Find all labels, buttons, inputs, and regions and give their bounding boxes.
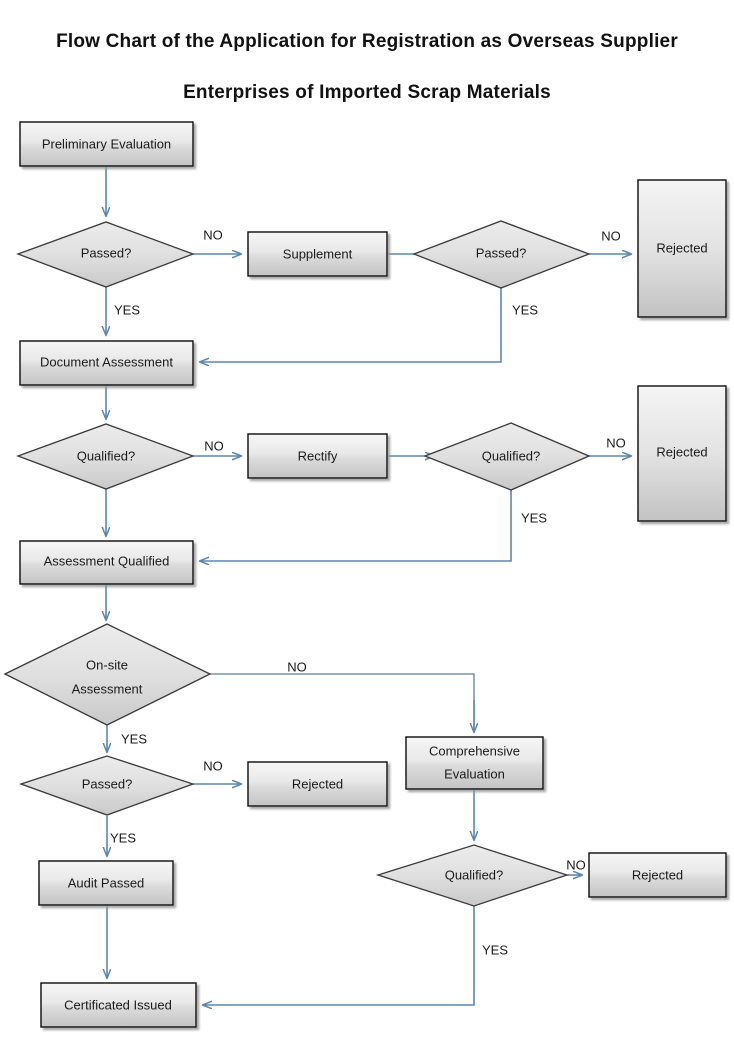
node-rejected-4[interactable]: Rejected bbox=[588, 852, 727, 898]
node-label-comprehensive-evaluation-line2: Evaluation bbox=[444, 766, 505, 781]
node-label-rejected-1: Rejected bbox=[656, 240, 707, 255]
edge-label-yes-5: YES bbox=[110, 830, 136, 845]
node-label-audit-passed: Audit Passed bbox=[68, 875, 145, 890]
node-label-supplement: Supplement bbox=[283, 246, 353, 261]
node-label-document-assessment: Document Assessment bbox=[40, 354, 173, 369]
node-preliminary-evaluation[interactable]: Preliminary Evaluation bbox=[19, 121, 194, 167]
chart-title-line-2: Enterprises of Imported Scrap Materials bbox=[183, 82, 551, 103]
node-rejected-1[interactable]: Rejected bbox=[637, 179, 727, 318]
edge-label-no-6: NO bbox=[203, 758, 223, 773]
node-label-passed-2: Passed? bbox=[476, 245, 527, 260]
edge-label-no-3: NO bbox=[204, 438, 224, 453]
edge-label-yes-1: YES bbox=[114, 302, 140, 317]
node-rejected-2[interactable]: Rejected bbox=[637, 385, 727, 522]
node-rejected-3[interactable]: Rejected bbox=[247, 761, 388, 807]
edge-label-no-5: NO bbox=[287, 659, 307, 674]
node-assessment-qualified[interactable]: Assessment Qualified bbox=[19, 540, 194, 585]
node-rectify[interactable]: Rectify bbox=[247, 433, 388, 479]
node-comprehensive-evaluation[interactable]: Comprehensive Evaluation bbox=[405, 736, 544, 790]
node-label-preliminary-evaluation: Preliminary Evaluation bbox=[42, 136, 171, 151]
node-audit-passed[interactable]: Audit Passed bbox=[38, 860, 174, 906]
node-label-rectify: Rectify bbox=[298, 448, 338, 463]
edge-label-yes-6: YES bbox=[482, 942, 508, 957]
node-label-rejected-4: Rejected bbox=[632, 867, 683, 882]
node-label-rejected-3: Rejected bbox=[292, 776, 343, 791]
node-label-qualified-3: Qualified? bbox=[445, 867, 504, 882]
edge-label-yes-3: YES bbox=[521, 510, 547, 525]
node-document-assessment[interactable]: Document Assessment bbox=[19, 340, 194, 386]
edge-label-yes-4: YES bbox=[121, 731, 147, 746]
node-label-qualified-2: Qualified? bbox=[482, 448, 541, 463]
edge-label-yes-2: YES bbox=[512, 302, 538, 317]
node-label-certificated-issued: Certificated Issued bbox=[64, 997, 172, 1012]
node-label-rejected-2: Rejected bbox=[656, 444, 707, 459]
node-label-onsite-assessment-line1: On-site bbox=[86, 657, 128, 672]
node-label-passed-1: Passed? bbox=[81, 245, 132, 260]
edge-label-no-7: NO bbox=[566, 857, 586, 872]
node-label-assessment-qualified: Assessment Qualified bbox=[44, 553, 170, 568]
edge-label-no-4: NO bbox=[606, 435, 626, 450]
node-label-onsite-assessment-line2: Assessment bbox=[72, 681, 143, 696]
edge-label-no-2: NO bbox=[601, 228, 621, 243]
node-label-passed-3: Passed? bbox=[82, 776, 133, 791]
flowchart-canvas: Flow Chart of the Application for Regist… bbox=[0, 0, 734, 1049]
edge-label-no-1: NO bbox=[203, 227, 223, 242]
chart-title-line-1: Flow Chart of the Application for Regist… bbox=[56, 31, 678, 52]
node-label-comprehensive-evaluation-line1: Comprehensive bbox=[429, 743, 520, 758]
node-supplement[interactable]: Supplement bbox=[247, 231, 388, 277]
node-label-qualified-1: Qualified? bbox=[77, 448, 136, 463]
node-certificated-issued[interactable]: Certificated Issued bbox=[40, 982, 197, 1028]
